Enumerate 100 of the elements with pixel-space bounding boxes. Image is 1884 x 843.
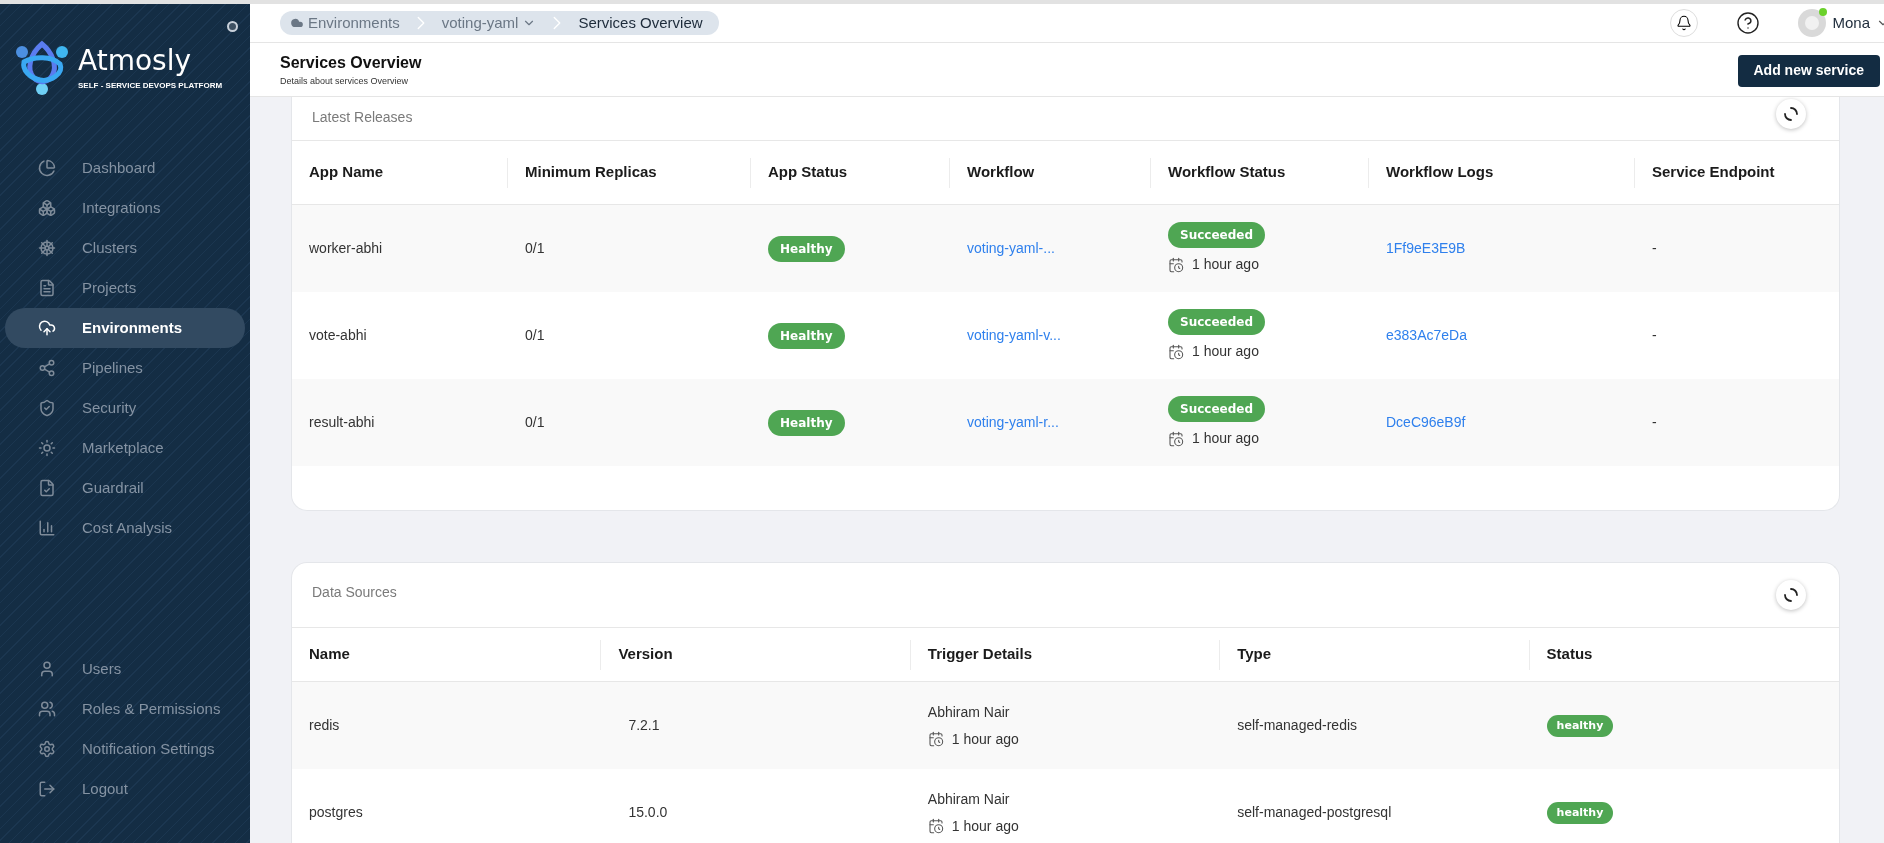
table-cell: - <box>1652 240 1657 256</box>
calendar-clock-icon <box>927 731 944 747</box>
nav-item[interactable]: Integrations <box>5 188 245 228</box>
table-cell: self-managed-postgresql <box>1237 804 1392 820</box>
brand-name: Atmosly <box>78 44 192 77</box>
workflow-link[interactable]: voting-yaml-r... <box>967 414 1059 430</box>
column-header: Version <box>618 644 673 665</box>
column-header: Workflow Status <box>1168 162 1286 183</box>
nav-item[interactable]: Cost Analysis <box>5 508 245 548</box>
column-header: App Name <box>309 162 384 183</box>
column-header: Status <box>1546 644 1593 665</box>
time-text: 1 hour ago <box>1192 429 1259 448</box>
add-service-button[interactable]: Add new service <box>1737 54 1880 87</box>
status-badge: Succeeded <box>1168 396 1265 422</box>
calendar-clock-icon <box>1168 430 1184 447</box>
nav-item[interactable]: Users <box>5 649 245 689</box>
column-header: Name <box>309 644 350 665</box>
logs-link[interactable]: e383Ac7eDa <box>1386 327 1467 343</box>
table-cell: vote-abhi <box>309 327 367 343</box>
help-icon <box>1736 11 1761 35</box>
column-header: Trigger Details <box>927 644 1032 665</box>
users-icon <box>38 700 56 718</box>
cloud-icon <box>290 16 304 30</box>
table-cell: 0/1 <box>525 414 545 430</box>
calendar-clock-icon <box>927 818 944 834</box>
refresh-button[interactable] <box>1776 99 1806 129</box>
nav-item[interactable]: Guardrail <box>5 468 245 508</box>
nav-item[interactable]: Notification Settings <box>5 729 245 769</box>
table-cell: 0/1 <box>525 240 545 256</box>
time-text: 1 hour ago <box>1192 342 1259 361</box>
table-cell: worker-abhi <box>309 240 383 256</box>
logs-link[interactable]: 1Ff9eE3E9B <box>1386 240 1466 256</box>
settings-icon <box>38 740 56 758</box>
calendar-clock-icon <box>1168 256 1184 273</box>
status-badge: Healthy <box>768 409 845 436</box>
cloud-upload-icon <box>38 319 56 337</box>
nodes-icon <box>38 359 56 377</box>
column-header: Service Endpoint <box>1652 162 1775 183</box>
time-text: 1 hour ago <box>951 729 1019 749</box>
time-text: 1 hour ago <box>951 816 1019 836</box>
breadcrumb-item[interactable]: voting-yaml <box>431 11 547 35</box>
sun-icon <box>38 439 56 457</box>
page-title: Services Overview <box>280 52 422 73</box>
user-name: Mona <box>1832 12 1870 33</box>
table-cell: redis <box>309 717 340 733</box>
status-badge: Healthy <box>768 235 845 262</box>
nav-item[interactable]: Marketplace <box>5 428 245 468</box>
column-header: App Status <box>768 162 848 183</box>
pie-chart-icon <box>38 159 56 177</box>
boxes-icon <box>38 199 56 217</box>
breadcrumb-item[interactable]: Services Overview <box>568 11 713 35</box>
card-title: Latest Releases <box>312 108 413 127</box>
nav-item[interactable]: Projects <box>5 268 245 308</box>
bell-icon <box>1676 15 1693 31</box>
calendar-clock-icon <box>1168 343 1184 360</box>
wheel-icon <box>38 239 56 257</box>
workflow-link[interactable]: voting-yaml-v... <box>967 327 1061 343</box>
table-cell: 15.0.0 <box>628 804 668 820</box>
status-badge: Healthy <box>768 322 845 349</box>
logs-link[interactable]: DceC96eB9f <box>1386 414 1466 430</box>
user-icon <box>38 660 56 678</box>
logout-icon <box>38 780 56 798</box>
document-icon <box>38 279 56 297</box>
status-badge: healthy <box>1546 714 1614 738</box>
nav-item[interactable]: Clusters <box>5 228 245 268</box>
bar-chart-icon <box>38 519 56 537</box>
refresh-button[interactable] <box>1776 580 1806 610</box>
document-check-icon <box>38 479 56 497</box>
workflow-link[interactable]: voting-yaml-... <box>967 240 1055 256</box>
nav-item[interactable]: Roles & Permissions <box>5 689 245 729</box>
nav-item[interactable]: Logout <box>5 769 245 809</box>
table-cell: 7.2.1 <box>628 717 660 733</box>
shield-icon <box>38 399 56 417</box>
table-cell: result-abhi <box>309 414 375 430</box>
status-badge: healthy <box>1546 801 1614 825</box>
logo-icon <box>14 40 70 96</box>
trigger-user: Abhiram Nair <box>927 702 1010 722</box>
card-title: Data Sources <box>312 582 397 602</box>
table-cell: 0/1 <box>525 327 545 343</box>
brand-tagline: SELF - SERVICE DEVOPS PLATFORM <box>78 79 223 92</box>
table-cell: - <box>1652 414 1657 430</box>
nav-item[interactable]: Security <box>5 388 245 428</box>
page-subtitle: Details about services Overview <box>280 74 410 88</box>
table-cell: postgres <box>309 804 363 820</box>
table-cell: - <box>1652 327 1657 343</box>
collapse-toggle[interactable] <box>227 21 238 32</box>
column-header: Minimum Replicas <box>525 162 657 183</box>
breadcrumb-item[interactable]: Environments <box>280 11 410 35</box>
refresh-icon <box>1783 106 1799 122</box>
status-badge: Succeeded <box>1168 222 1265 248</box>
status-badge: Succeeded <box>1168 309 1265 335</box>
table-cell: self-managed-redis <box>1237 717 1358 733</box>
column-header: Workflow <box>967 162 1035 183</box>
nav-item[interactable]: Pipelines <box>5 348 245 388</box>
trigger-user: Abhiram Nair <box>927 789 1010 809</box>
column-header: Workflow Logs <box>1386 162 1494 183</box>
nav-item[interactable]: Environments <box>5 308 245 348</box>
refresh-icon <box>1783 587 1799 603</box>
nav-item[interactable]: Dashboard <box>5 148 245 188</box>
time-text: 1 hour ago <box>1192 255 1259 274</box>
